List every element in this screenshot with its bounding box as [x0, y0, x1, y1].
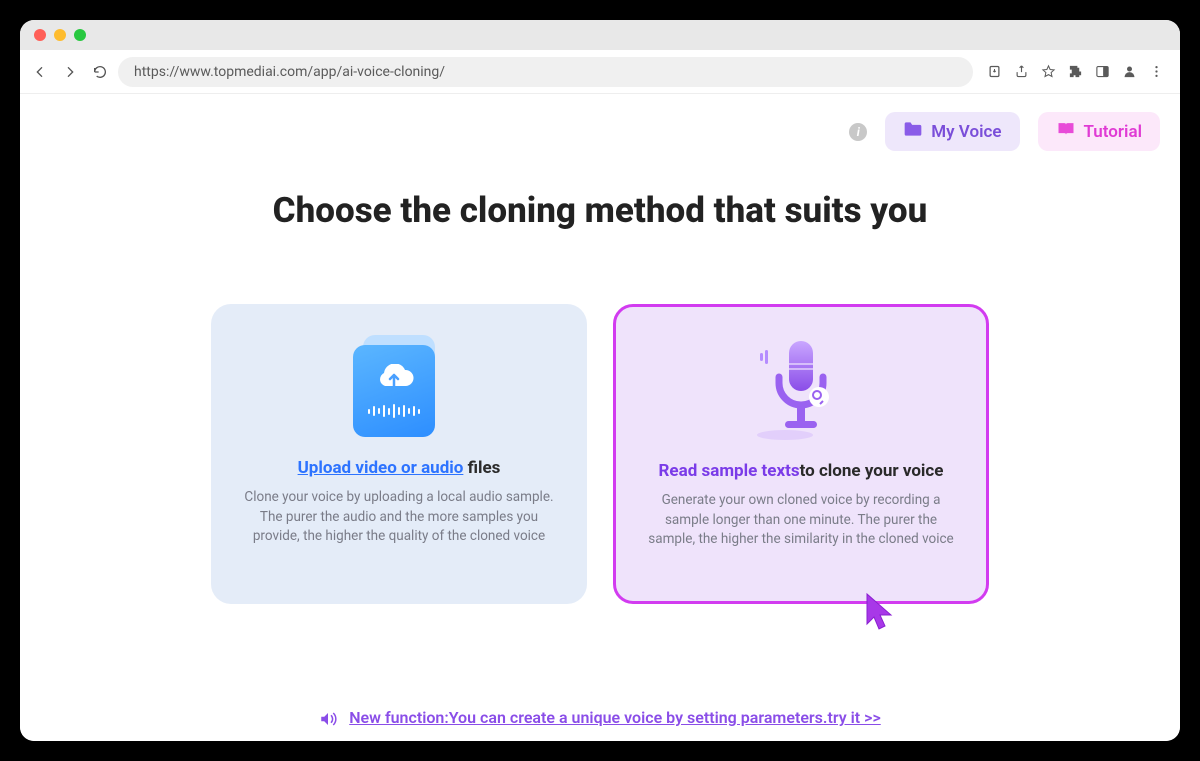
install-icon[interactable]	[987, 64, 1002, 79]
tutorial-label: Tutorial	[1084, 122, 1142, 142]
url-text: https://www.topmediai.com/app/ai-voice-c…	[134, 64, 445, 80]
upload-title-accent: Upload video or audio	[298, 458, 464, 478]
cursor-icon	[864, 591, 898, 631]
upload-title-rest: files	[463, 458, 500, 478]
read-title-rest: to clone your voice	[800, 461, 944, 481]
extensions-icon[interactable]	[1068, 64, 1083, 79]
method-cards: Upload video or audio files Clone your v…	[20, 304, 1180, 604]
reload-button[interactable]	[92, 64, 108, 80]
read-card-title: Read sample textsto clone your voice	[659, 461, 944, 481]
maximize-window-button[interactable]	[74, 29, 86, 41]
address-bar[interactable]: https://www.topmediai.com/app/ai-voice-c…	[118, 57, 973, 87]
my-voice-label: My Voice	[931, 122, 1001, 142]
nav-controls	[32, 64, 108, 80]
book-icon	[1056, 120, 1076, 143]
close-window-button[interactable]	[34, 29, 46, 41]
read-title-accent: Read sample texts	[659, 461, 800, 481]
read-card-desc: Generate your own cloned voice by record…	[640, 491, 962, 550]
info-icon[interactable]: i	[849, 123, 867, 141]
new-function-row: New function:You can create a unique voi…	[20, 708, 1180, 727]
browser-window: https://www.topmediai.com/app/ai-voice-c…	[20, 20, 1180, 741]
read-card[interactable]: Read sample textsto clone your voice Gen…	[613, 304, 989, 604]
content-header: i My Voice Tutorial	[849, 112, 1160, 151]
back-button[interactable]	[32, 64, 48, 80]
new-function-link[interactable]: New function:You can create a unique voi…	[349, 708, 881, 727]
star-icon[interactable]	[1041, 64, 1056, 79]
speaker-icon	[319, 711, 337, 727]
forward-button[interactable]	[62, 64, 78, 80]
upload-cloud-icon	[344, 332, 454, 442]
minimize-window-button[interactable]	[54, 29, 66, 41]
my-voice-button[interactable]: My Voice	[885, 112, 1019, 151]
tutorial-button[interactable]: Tutorial	[1038, 112, 1160, 151]
page-title: Choose the cloning method that suits you	[20, 190, 1180, 231]
upload-card-title: Upload video or audio files	[298, 458, 501, 478]
microphone-icon	[746, 335, 856, 445]
share-icon[interactable]	[1014, 64, 1029, 79]
window-titlebar	[20, 20, 1180, 50]
sidepanel-icon[interactable]	[1095, 64, 1110, 79]
page-content: i My Voice Tutorial Choose the cloning m…	[20, 94, 1180, 741]
upload-card-desc: Clone your voice by uploading a local au…	[235, 488, 563, 547]
menu-icon[interactable]	[1149, 64, 1164, 79]
browser-toolbar: https://www.topmediai.com/app/ai-voice-c…	[20, 50, 1180, 94]
upload-card[interactable]: Upload video or audio files Clone your v…	[211, 304, 587, 604]
toolbar-actions	[983, 64, 1168, 79]
folder-icon	[903, 120, 923, 143]
profile-icon[interactable]	[1122, 64, 1137, 79]
